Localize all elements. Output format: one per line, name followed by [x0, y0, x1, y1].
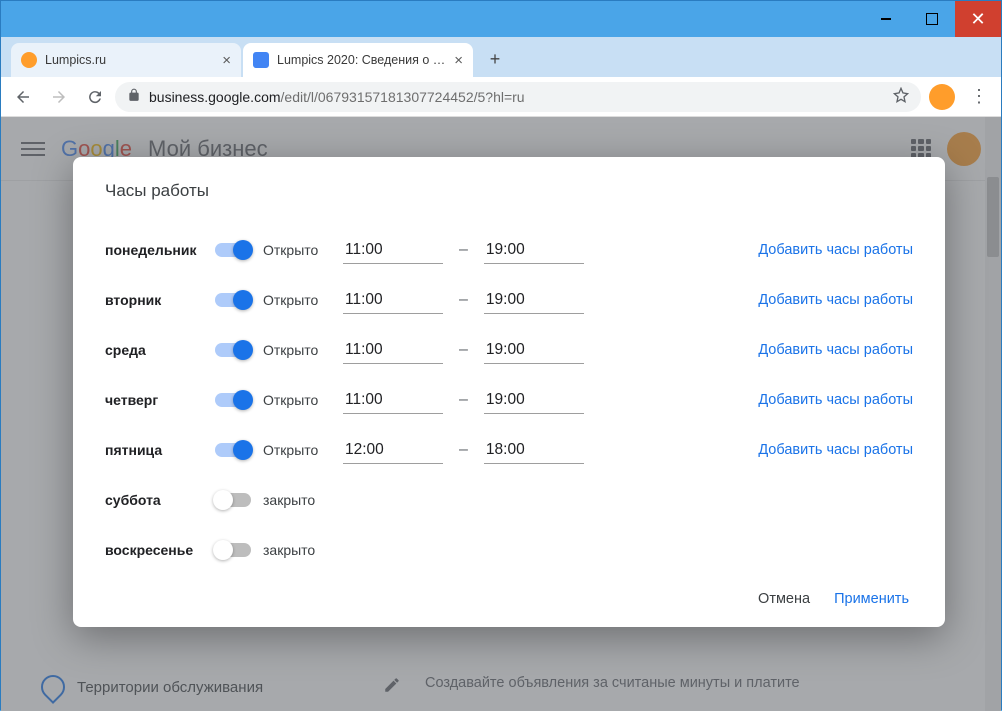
day-label: пятница [105, 442, 215, 458]
hours-row: воскресенье закрыто [105, 525, 913, 575]
time-to-input[interactable] [484, 337, 584, 364]
day-label: четверг [105, 392, 215, 408]
add-hours-link[interactable]: Добавить часы работы [758, 442, 913, 458]
lock-icon [127, 88, 141, 105]
reload-button[interactable] [79, 81, 111, 113]
tab-title: Lumpics.ru [45, 53, 214, 67]
status-label: Открыто [263, 292, 335, 308]
cancel-button[interactable]: Отмена [758, 591, 810, 607]
time-from-input[interactable] [343, 237, 443, 264]
open-toggle[interactable] [215, 493, 251, 507]
time-separator: – [459, 291, 468, 309]
favicon-icon [21, 52, 37, 68]
browser-tab-active[interactable]: Lumpics 2020: Сведения о комп × [243, 43, 473, 77]
time-to-input[interactable] [484, 287, 584, 314]
day-label: суббота [105, 492, 215, 508]
window-close-button[interactable]: ✕ [955, 1, 1001, 37]
day-label: понедельник [105, 242, 215, 258]
back-button[interactable] [7, 81, 39, 113]
window-titlebar: ✕ [1, 1, 1001, 37]
time-from-input[interactable] [343, 437, 443, 464]
extension-icon[interactable] [929, 84, 955, 110]
browser-toolbar: business.google.com/edit/l/0679315718130… [1, 77, 1001, 117]
day-label: вторник [105, 292, 215, 308]
browser-menu-button[interactable]: ⋮ [963, 86, 995, 107]
window-minimize-button[interactable] [863, 1, 909, 37]
browser-tab[interactable]: Lumpics.ru × [11, 43, 241, 77]
time-from-input[interactable] [343, 387, 443, 414]
hours-row: понедельник Открыто – Добавить часы работы [105, 225, 913, 275]
status-label: закрыто [263, 542, 335, 558]
add-hours-link[interactable]: Добавить часы работы [758, 392, 913, 408]
dialog-title: Часы работы [105, 181, 913, 201]
dialog-actions: Отмена Применить [105, 591, 913, 607]
time-separator: – [459, 341, 468, 359]
open-toggle[interactable] [215, 343, 251, 357]
hours-row: суббота закрыто [105, 475, 913, 525]
open-toggle[interactable] [215, 293, 251, 307]
apply-button[interactable]: Применить [834, 591, 909, 607]
open-toggle[interactable] [215, 543, 251, 557]
address-bar[interactable]: business.google.com/edit/l/0679315718130… [115, 82, 921, 112]
time-separator: – [459, 441, 468, 459]
time-separator: – [459, 241, 468, 259]
time-to-input[interactable] [484, 237, 584, 264]
hours-row: вторник Открыто – Добавить часы работы [105, 275, 913, 325]
tab-close-icon[interactable]: × [454, 52, 463, 69]
open-toggle[interactable] [215, 443, 251, 457]
time-from-input[interactable] [343, 337, 443, 364]
tab-title: Lumpics 2020: Сведения о комп [277, 53, 446, 67]
new-tab-button[interactable]: + [481, 45, 509, 73]
status-label: Открыто [263, 242, 335, 258]
window-maximize-button[interactable] [909, 1, 955, 37]
browser-tabstrip: Lumpics.ru × Lumpics 2020: Сведения о ко… [1, 37, 1001, 77]
day-label: среда [105, 342, 215, 358]
url-text: business.google.com/edit/l/0679315718130… [149, 89, 885, 105]
time-separator: – [459, 391, 468, 409]
day-label: воскресенье [105, 542, 215, 558]
hours-row: четверг Открыто – Добавить часы работы [105, 375, 913, 425]
status-label: Открыто [263, 342, 335, 358]
time-to-input[interactable] [484, 387, 584, 414]
add-hours-link[interactable]: Добавить часы работы [758, 342, 913, 358]
favicon-icon [253, 52, 269, 68]
hours-row: среда Открыто – Добавить часы работы [105, 325, 913, 375]
status-label: Открыто [263, 442, 335, 458]
open-toggle[interactable] [215, 393, 251, 407]
page-viewport: Google Мой бизнес Территории обслуживани… [1, 117, 1001, 711]
open-toggle[interactable] [215, 243, 251, 257]
time-to-input[interactable] [484, 437, 584, 464]
add-hours-link[interactable]: Добавить часы работы [758, 242, 913, 258]
hours-dialog: Часы работы понедельник Открыто – Добавить … [73, 157, 945, 627]
bookmark-star-icon[interactable] [893, 87, 909, 106]
status-label: Открыто [263, 392, 335, 408]
time-from-input[interactable] [343, 287, 443, 314]
forward-button[interactable] [43, 81, 75, 113]
status-label: закрыто [263, 492, 335, 508]
add-hours-link[interactable]: Добавить часы работы [758, 292, 913, 308]
tab-close-icon[interactable]: × [222, 52, 231, 69]
hours-row: пятница Открыто – Добавить часы работы [105, 425, 913, 475]
